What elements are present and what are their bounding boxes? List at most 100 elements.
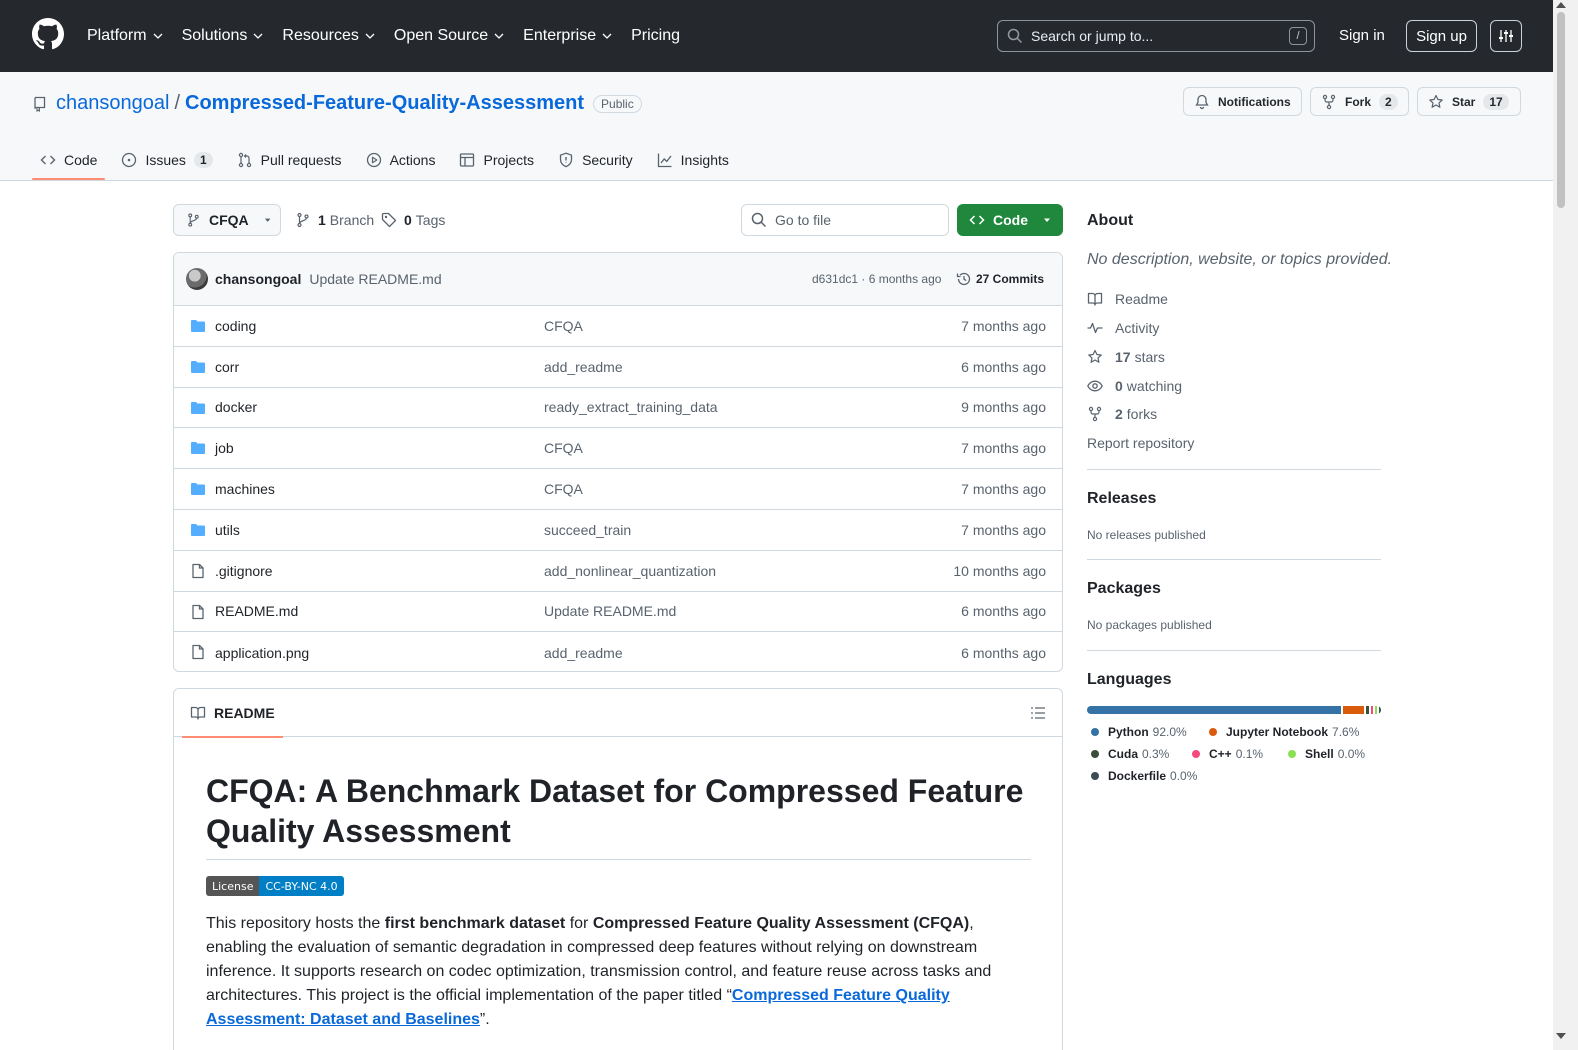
table-row[interactable]: coding CFQA 7 months ago xyxy=(174,306,1062,347)
file-name-link[interactable]: docker xyxy=(215,399,257,415)
branches-link[interactable]: 1 Branch xyxy=(295,212,374,228)
fork-count: 2 xyxy=(1379,93,1398,110)
nav-pricing[interactable]: Pricing xyxy=(631,27,680,45)
file-commit-message[interactable]: Update README.md xyxy=(544,603,676,619)
table-row[interactable]: README.md Update README.md 6 months ago xyxy=(174,592,1062,633)
nav-platform[interactable]: Platform xyxy=(87,27,164,45)
nav-solutions[interactable]: Solutions xyxy=(182,27,265,45)
go-to-file-input[interactable]: Go to file xyxy=(741,204,949,236)
table-row[interactable]: application.png add_readme 6 months ago xyxy=(174,632,1062,671)
file-name-link[interactable]: corr xyxy=(215,359,239,375)
scroll-down-arrow[interactable] xyxy=(1556,1033,1566,1039)
fork-button[interactable]: Fork 2 xyxy=(1310,87,1409,116)
sign-in-link[interactable]: Sign in xyxy=(1339,27,1385,44)
github-logo-icon[interactable] xyxy=(32,18,64,50)
table-row[interactable]: docker ready_extract_training_data 9 month… xyxy=(174,388,1062,429)
list-outline-icon[interactable] xyxy=(1030,705,1046,721)
file-name-link[interactable]: utils xyxy=(215,522,240,538)
scrollbar-thumb[interactable] xyxy=(1557,12,1565,208)
language-item[interactable]: Shell 0.0% xyxy=(1288,747,1365,761)
table-row[interactable]: .gitignore add_nonlinear_quantization 10 m… xyxy=(174,551,1062,592)
star-icon xyxy=(1088,349,1102,363)
watchers-link[interactable]: 0 watching xyxy=(1087,378,1182,394)
repo-name-link[interactable]: Compressed-Feature-Quality-Assessment xyxy=(185,92,584,115)
avatar[interactable] xyxy=(186,268,208,290)
latest-commit-row: chansongoal Update README.md d631dc1 · 6… xyxy=(174,253,1062,306)
activity-link[interactable]: Activity xyxy=(1087,320,1159,336)
table-row[interactable]: utils succeed_train 7 months ago xyxy=(174,510,1062,551)
language-bar-segment xyxy=(1371,706,1373,714)
tab-insights[interactable]: Insights xyxy=(649,140,737,180)
table-row[interactable]: machines CFQA 7 months ago xyxy=(174,469,1062,510)
language-bar xyxy=(1087,706,1381,714)
file-name-link[interactable]: README.md xyxy=(215,603,298,619)
language-color-dot xyxy=(1091,728,1099,736)
tab-issues[interactable]: Issues 1 xyxy=(113,140,220,180)
global-search-input[interactable]: Search or jump to... / xyxy=(997,20,1315,52)
about-heading: About xyxy=(1087,212,1134,229)
table-row[interactable]: corr add_readme 6 months ago xyxy=(174,347,1062,388)
readme-tab[interactable]: README xyxy=(182,689,283,738)
file-name-link[interactable]: coding xyxy=(215,318,256,334)
repo-owner-link[interactable]: chansongoal xyxy=(56,92,169,115)
tags-link[interactable]: 0 Tags xyxy=(381,212,445,228)
chevron-down-icon xyxy=(365,33,375,39)
commit-hash-time[interactable]: d631dc1 · 6 months ago xyxy=(812,272,941,286)
commit-message[interactable]: Update README.md xyxy=(309,271,441,287)
star-button[interactable]: Star 17 xyxy=(1417,87,1521,116)
nav-enterprise[interactable]: Enterprise xyxy=(523,27,613,45)
language-item[interactable]: Cuda 0.3% xyxy=(1091,747,1169,761)
file-name-link[interactable]: .gitignore xyxy=(215,563,273,579)
readme-link[interactable]: Readme xyxy=(1087,291,1168,307)
file-name-link[interactable]: application.png xyxy=(215,645,309,661)
language-item[interactable]: Dockerfile 0.0% xyxy=(1091,769,1197,783)
sign-up-button[interactable]: Sign up xyxy=(1406,20,1477,52)
appearance-settings-button[interactable] xyxy=(1490,20,1522,52)
tab-code[interactable]: Code xyxy=(32,140,106,180)
file-name-link[interactable]: job xyxy=(215,440,234,456)
branch-selector[interactable]: CFQA xyxy=(173,204,281,236)
visibility-badge: Public xyxy=(593,94,642,113)
nav-resources[interactable]: Resources xyxy=(282,27,375,45)
file-commit-message[interactable]: add_readme xyxy=(544,359,623,375)
file-commit-message[interactable]: CFQA xyxy=(544,318,583,334)
nav-open-source[interactable]: Open Source xyxy=(394,27,505,45)
language-item[interactable]: Jupyter Notebook 7.6% xyxy=(1209,725,1359,739)
commit-author[interactable]: chansongoal xyxy=(215,271,301,287)
page-scrollbar[interactable] xyxy=(1553,0,1578,1050)
license-badge[interactable]: License CC-BY-NC 4.0 xyxy=(206,876,344,896)
tab-projects[interactable]: Projects xyxy=(451,140,542,180)
file-commit-message[interactable]: add_nonlinear_quantization xyxy=(544,563,716,579)
file-commit-date: 6 months ago xyxy=(961,603,1046,620)
notifications-button[interactable]: Notifications xyxy=(1183,87,1302,116)
file-name-link[interactable]: machines xyxy=(215,481,275,497)
code-dropdown-button[interactable]: Code xyxy=(957,204,1063,236)
tab-security[interactable]: Security xyxy=(550,140,641,180)
language-item[interactable]: Python 92.0% xyxy=(1091,725,1187,739)
language-bar-segment xyxy=(1087,706,1342,714)
current-branch: CFQA xyxy=(208,212,249,228)
releases-empty-text: No releases published xyxy=(1087,528,1206,542)
file-commit-message[interactable]: add_readme xyxy=(544,645,623,661)
repo-separator: / xyxy=(174,92,180,114)
tab-pull-requests[interactable]: Pull requests xyxy=(229,140,350,180)
file-commit-message[interactable]: succeed_train xyxy=(544,522,631,538)
packages-heading[interactable]: Packages xyxy=(1087,580,1161,598)
releases-heading[interactable]: Releases xyxy=(1087,490,1156,508)
report-repository-link[interactable]: Report repository xyxy=(1087,435,1194,451)
file-commit-message[interactable]: CFQA xyxy=(544,481,583,497)
commits-link[interactable]: 27 Commits xyxy=(956,271,1044,287)
language-bar-segment xyxy=(1343,706,1364,714)
table-row[interactable]: job CFQA 7 months ago xyxy=(174,428,1062,470)
chevron-down-icon xyxy=(153,33,163,39)
language-item[interactable]: C++ 0.1% xyxy=(1192,747,1263,761)
scroll-up-arrow[interactable] xyxy=(1556,2,1566,8)
stars-link[interactable]: 17 stars xyxy=(1087,349,1165,365)
folder-icon xyxy=(191,320,205,332)
forks-link[interactable]: 2 forks xyxy=(1087,406,1157,422)
file-commit-message[interactable]: ready_extract_training_data xyxy=(544,399,718,415)
tab-actions[interactable]: Actions xyxy=(358,140,444,180)
file-commit-message[interactable]: CFQA xyxy=(544,440,583,456)
language-bar-segment xyxy=(1366,706,1369,714)
sidebar-divider xyxy=(1087,559,1381,560)
